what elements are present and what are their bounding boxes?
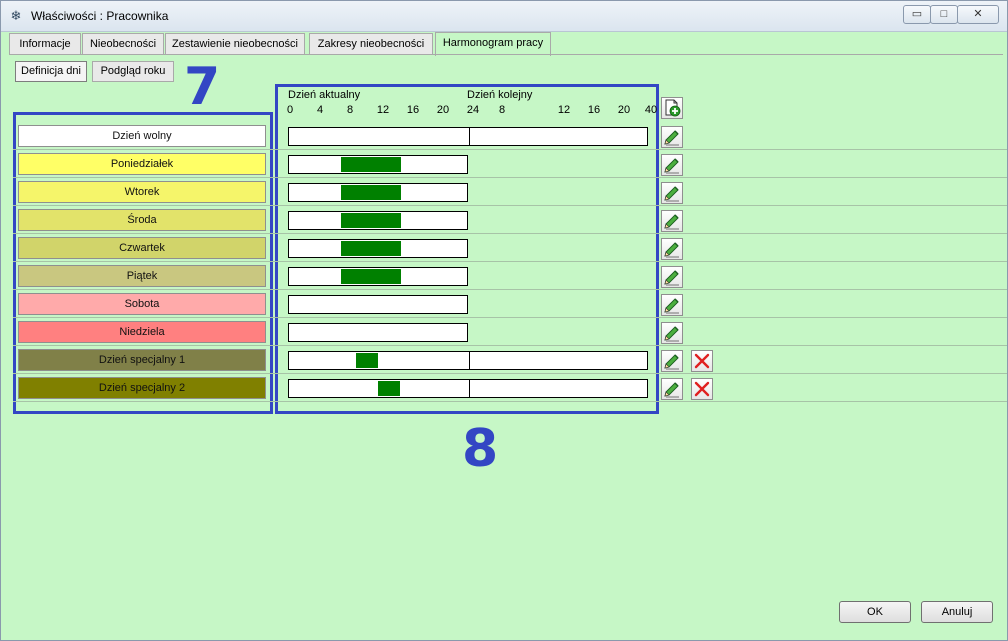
- day-schedule-bar[interactable]: [288, 239, 468, 258]
- day-type-button[interactable]: Piątek: [18, 265, 266, 287]
- tab-informacje[interactable]: Informacje: [9, 33, 81, 55]
- day-schedule-bar[interactable]: [288, 267, 468, 286]
- day-schedule-bar[interactable]: [288, 351, 648, 370]
- pencil-edit-icon: [664, 382, 679, 398]
- tab-nieobecnosci[interactable]: Nieobecności: [82, 33, 164, 55]
- label-next-day: Dzień kolejny: [467, 89, 533, 101]
- day-schedule-bar[interactable]: [288, 295, 468, 314]
- day-type-button[interactable]: Niedziela: [18, 321, 266, 343]
- day-type-button[interactable]: Dzień specjalny 2: [18, 377, 266, 399]
- working-hours-segment: [341, 269, 401, 284]
- subtab-definicja-dni[interactable]: Definicja dni: [15, 61, 87, 82]
- working-hours-segment: [341, 241, 401, 256]
- edit-day-button[interactable]: [661, 350, 683, 372]
- hour-tick-label: 8: [498, 104, 506, 116]
- row-separator: [13, 345, 1007, 346]
- pencil-edit-icon: [664, 270, 679, 286]
- midnight-divider: [469, 352, 470, 369]
- day-schedule-bar[interactable]: [288, 127, 648, 146]
- edit-day-button[interactable]: [661, 266, 683, 288]
- pencil-edit-icon: [664, 214, 679, 230]
- edit-day-button[interactable]: [661, 378, 683, 400]
- subtab-podglad-roku[interactable]: Podgląd roku: [92, 61, 174, 82]
- hour-tick-label: 8: [346, 104, 354, 116]
- pencil-edit-icon: [664, 158, 679, 174]
- add-day-button[interactable]: [661, 97, 683, 119]
- minimize-button[interactable]: ▭: [903, 5, 931, 24]
- close-button[interactable]: ✕: [957, 5, 999, 24]
- tab-zakresy-nieobecnosci[interactable]: Zakresy nieobecności: [309, 33, 433, 55]
- edit-day-button[interactable]: [661, 210, 683, 232]
- tab-divider: [9, 54, 1003, 55]
- annotation-number-8: 8: [462, 419, 499, 479]
- hour-tick-label: 20: [617, 104, 631, 116]
- add-document-icon: [665, 99, 681, 117]
- title-bar: ❄ Właściwości : Pracownika ▭ □ ✕: [1, 1, 1007, 32]
- red-x-delete-icon: [694, 381, 710, 397]
- maximize-button[interactable]: □: [930, 5, 958, 24]
- working-hours-segment: [356, 353, 378, 368]
- window-title: Właściwości : Pracownika: [31, 9, 169, 23]
- working-hours-segment: [378, 381, 400, 396]
- hour-tick-label: 0: [286, 104, 294, 116]
- day-type-button[interactable]: Środa: [18, 209, 266, 231]
- pencil-edit-icon: [664, 354, 679, 370]
- hour-tick-label: 20: [436, 104, 450, 116]
- app-icon: ❄: [10, 8, 22, 23]
- row-separator: [13, 149, 1007, 150]
- day-schedule-bar[interactable]: [288, 379, 648, 398]
- edit-day-button[interactable]: [661, 294, 683, 316]
- red-x-delete-icon: [694, 353, 710, 369]
- edit-day-button[interactable]: [661, 154, 683, 176]
- working-hours-segment: [341, 213, 401, 228]
- pencil-edit-icon: [664, 326, 679, 342]
- pencil-edit-icon: [664, 242, 679, 258]
- row-separator: [13, 205, 1007, 206]
- properties-window: ❄ Właściwości : Pracownika ▭ □ ✕ Informa…: [0, 0, 1008, 641]
- row-separator: [13, 289, 1007, 290]
- delete-day-button[interactable]: [691, 378, 713, 400]
- day-type-button[interactable]: Sobota: [18, 293, 266, 315]
- label-current-day: Dzień aktualny: [288, 89, 361, 101]
- pencil-edit-icon: [664, 186, 679, 202]
- tab-harmonogram-pracy[interactable]: Harmonogram pracy: [435, 32, 551, 56]
- row-separator: [13, 177, 1007, 178]
- working-hours-segment: [341, 185, 401, 200]
- edit-day-button[interactable]: [661, 238, 683, 260]
- day-type-button[interactable]: Dzień wolny: [18, 125, 266, 147]
- day-schedule-bar[interactable]: [288, 155, 468, 174]
- day-type-button[interactable]: Poniedziałek: [18, 153, 266, 175]
- edit-day-button[interactable]: [661, 126, 683, 148]
- delete-day-button[interactable]: [691, 350, 713, 372]
- day-schedule-bar[interactable]: [288, 211, 468, 230]
- pencil-edit-icon: [664, 298, 679, 314]
- hour-tick-label: 16: [587, 104, 601, 116]
- midnight-divider: [469, 380, 470, 397]
- day-schedule-bar[interactable]: [288, 323, 468, 342]
- working-hours-segment: [341, 157, 401, 172]
- pencil-edit-icon: [664, 130, 679, 146]
- day-schedule-bar[interactable]: [288, 183, 468, 202]
- hour-tick-label: 40: [644, 104, 658, 116]
- row-separator: [13, 233, 1007, 234]
- hour-tick-label: 12: [376, 104, 390, 116]
- row-separator: [13, 373, 1007, 374]
- day-type-button[interactable]: Dzień specjalny 1: [18, 349, 266, 371]
- ok-button[interactable]: OK: [839, 601, 911, 623]
- annotation-number-7: 7: [184, 57, 221, 117]
- edit-day-button[interactable]: [661, 182, 683, 204]
- day-type-button[interactable]: Wtorek: [18, 181, 266, 203]
- midnight-divider: [469, 128, 470, 145]
- day-type-button[interactable]: Czwartek: [18, 237, 266, 259]
- hour-tick-label: 24: [466, 104, 480, 116]
- cancel-button[interactable]: Anuluj: [921, 601, 993, 623]
- tab-zestawienie-nieobecnosci[interactable]: Zestawienie nieobecności: [165, 33, 305, 55]
- edit-day-button[interactable]: [661, 322, 683, 344]
- hour-tick-label: 4: [316, 104, 324, 116]
- row-separator: [13, 317, 1007, 318]
- hour-tick-label: 16: [406, 104, 420, 116]
- hour-tick-label: 12: [557, 104, 571, 116]
- row-separator: [13, 261, 1007, 262]
- row-separator: [13, 401, 1007, 402]
